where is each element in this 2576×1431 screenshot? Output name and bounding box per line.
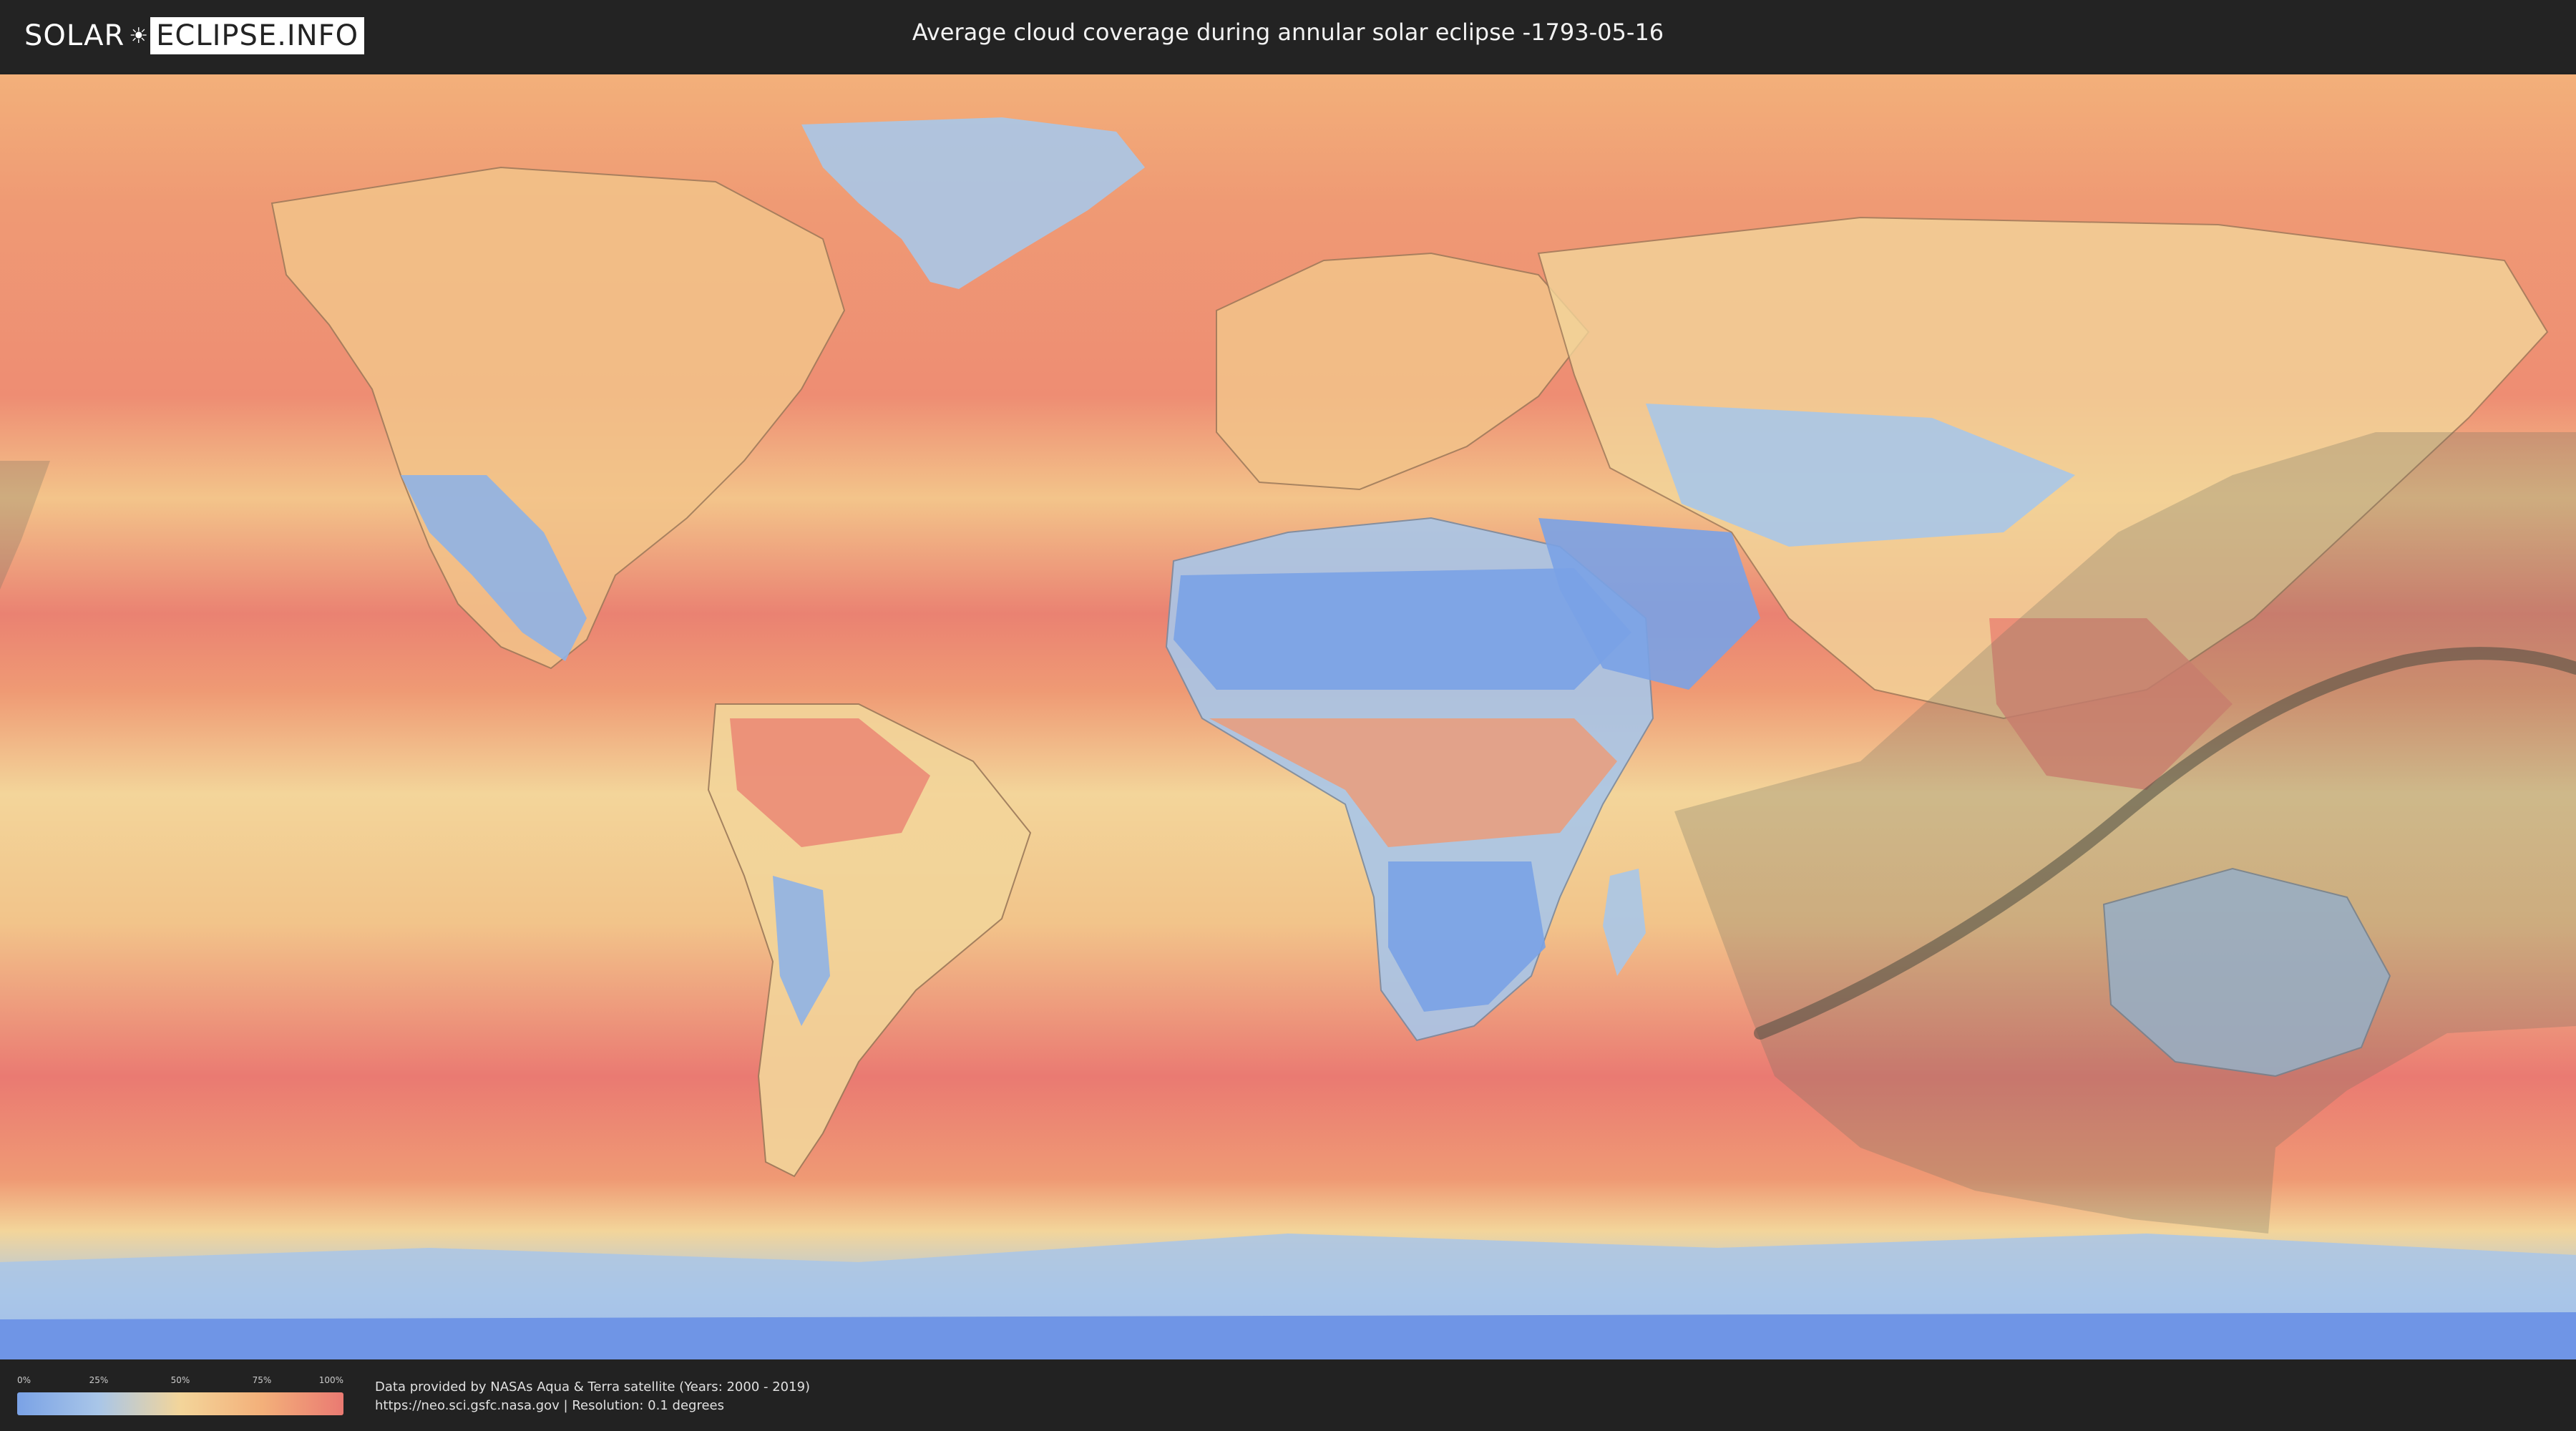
legend-tick-0: 0%: [17, 1375, 31, 1385]
footer-bar: 0% 25% 50% 75% 100% Data provided by NAS…: [0, 1359, 2576, 1431]
world-map-svg: [0, 74, 2576, 1359]
cloud-coverage-legend: 0% 25% 50% 75% 100%: [17, 1375, 343, 1418]
page-title: Average cloud coverage during annular so…: [912, 19, 1664, 46]
region-antarctic-deep-clear: [0, 1312, 2576, 1359]
legend-tick-75: 75%: [252, 1375, 272, 1385]
credit-url-line: https://neo.sci.gsfc.nasa.gov | Resoluti…: [375, 1398, 724, 1413]
credit-source-line: Data provided by NASAs Aqua & Terra sate…: [375, 1379, 811, 1395]
data-credit: Data provided by NASAs Aqua & Terra sate…: [375, 1378, 810, 1415]
legend-tick-100: 100%: [318, 1375, 343, 1385]
header-bar: SOLAR ☀ ECLIPSE.INFO Average cloud cover…: [0, 0, 2576, 72]
legend-tick-25: 25%: [89, 1375, 109, 1385]
legend-tick-50: 50%: [170, 1375, 190, 1385]
legend-color-bar: [17, 1392, 343, 1415]
cloud-coverage-map[interactable]: [0, 74, 2576, 1359]
